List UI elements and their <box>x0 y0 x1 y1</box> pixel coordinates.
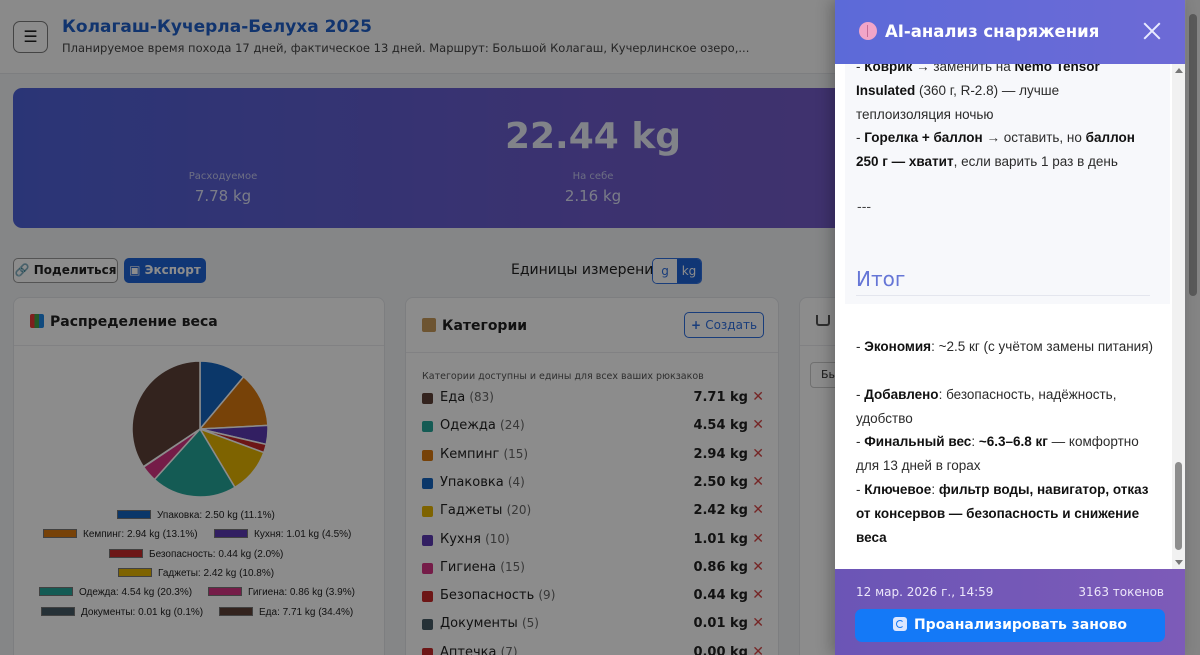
drawer-content[interactable]: - Коврик → заменить на Nemo Tensor Insul… <box>835 64 1185 569</box>
token-count: 3163 токенов <box>1078 585 1164 599</box>
reanalyze-button[interactable]: Проанализировать заново <box>855 609 1165 642</box>
drawer-footer: 12 мар. 2026 г., 14:59 3163 токенов Проа… <box>835 569 1185 655</box>
markdown-divider: --- <box>857 200 872 215</box>
burner-recommendation: - Горелка + баллон → оставить, но баллон… <box>856 130 1135 169</box>
added-line: - Добавлено: безопасность, надёжность, у… <box>856 387 1117 426</box>
drawer-scroll-thumb[interactable] <box>1175 462 1182 550</box>
drawer-header: AI-анализ снаряжения <box>835 0 1185 64</box>
brain-icon <box>859 22 877 40</box>
drawer-title: AI-анализ снаряжения <box>859 22 1099 41</box>
key-points-line: - Ключевое: фильтр воды, навигатор, отка… <box>856 482 1149 545</box>
analysis-date: 12 мар. 2026 г., 14:59 <box>856 585 994 599</box>
refresh-icon <box>892 617 907 631</box>
mat-recommendation: - Коврик → заменить на Nemo Tensor Insul… <box>856 64 1100 122</box>
scroll-up-arrow-icon[interactable] <box>1175 68 1183 73</box>
economy-line: - Экономия: ~2.5 кг (с учётом замены пит… <box>856 339 1154 354</box>
ai-analysis-drawer: AI-анализ снаряжения - Коврик → заменить… <box>835 0 1185 655</box>
drawer-scrollbar[interactable] <box>1172 64 1185 569</box>
summary-divider <box>856 295 1150 296</box>
summary-heading: Итог <box>856 267 906 291</box>
close-icon[interactable] <box>1141 20 1163 42</box>
scroll-down-arrow-icon[interactable] <box>1175 560 1183 565</box>
final-weight-line: - Финальный вес: ~6.3–6.8 кг — комфортно… <box>856 434 1139 473</box>
